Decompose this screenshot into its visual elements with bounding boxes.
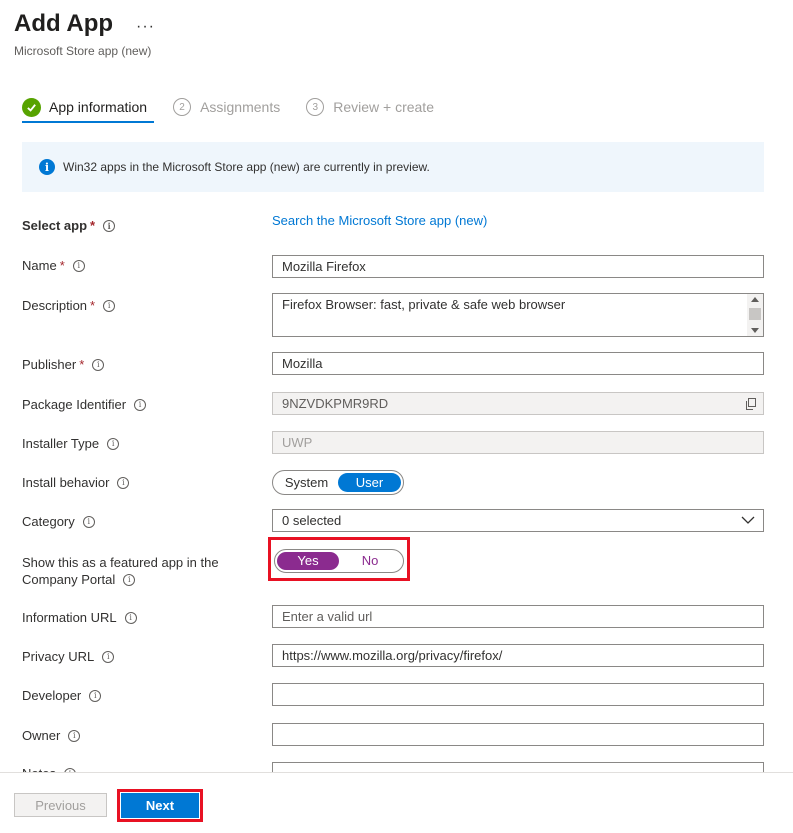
privacy-url-label: Privacy URL i: [22, 649, 115, 664]
step-app-information[interactable]: App information: [22, 95, 147, 119]
info-tooltip-icon[interactable]: i: [134, 398, 147, 411]
info-tooltip-icon[interactable]: i: [82, 515, 95, 528]
step-number: 3: [306, 98, 325, 116]
package-identifier-value: 9NZVDKPMR9RD: [282, 396, 389, 411]
info-tooltip-icon[interactable]: i: [102, 650, 115, 663]
step-assignments[interactable]: 2 Assignments: [173, 95, 280, 119]
wizard-footer: Previous Next: [0, 772, 793, 833]
description-text: Firefox Browser: fast, private & safe we…: [282, 297, 566, 312]
description-textarea[interactable]: Firefox Browser: fast, private & safe we…: [272, 293, 764, 337]
next-button[interactable]: Next: [121, 793, 199, 818]
info-tooltip-icon[interactable]: i: [92, 358, 105, 371]
page-subtitle: Microsoft Store app (new): [14, 44, 152, 58]
featured-no[interactable]: No: [339, 552, 401, 570]
select-app-label: Select app * i: [22, 218, 116, 233]
scroll-thumb[interactable]: [749, 308, 761, 320]
description-label: Description * i: [22, 298, 116, 313]
step-number: 2: [173, 98, 192, 116]
search-store-app-link[interactable]: Search the Microsoft Store app (new): [272, 213, 487, 228]
info-tooltip-icon[interactable]: i: [68, 729, 81, 742]
chevron-down-icon: [741, 516, 755, 524]
info-tooltip-icon[interactable]: i: [123, 573, 136, 586]
privacy-url-input[interactable]: https://www.mozilla.org/privacy/firefox/: [272, 644, 764, 667]
featured-yes[interactable]: Yes: [277, 552, 339, 570]
package-identifier-input: 9NZVDKPMR9RD: [272, 392, 764, 415]
step-label: App information: [49, 99, 148, 115]
owner-label: Owner i: [22, 728, 81, 743]
scroll-up-icon[interactable]: [751, 297, 759, 302]
owner-input[interactable]: [272, 723, 764, 746]
developer-label: Developer i: [22, 688, 102, 703]
step-label: Review + create: [333, 99, 434, 115]
scroll-down-icon[interactable]: [751, 328, 759, 333]
installer-type-input: UWP: [272, 431, 764, 454]
info-icon: i: [39, 159, 55, 175]
checkmark-icon: [22, 97, 41, 117]
information-url-input[interactable]: Enter a valid url: [272, 605, 764, 628]
copy-icon[interactable]: [745, 398, 757, 410]
required-mark: *: [90, 298, 96, 313]
step-review-create[interactable]: 3 Review + create: [306, 95, 434, 119]
required-mark: *: [79, 357, 85, 372]
developer-input[interactable]: [272, 683, 764, 706]
info-tooltip-icon[interactable]: i: [107, 437, 120, 450]
install-behavior-toggle[interactable]: System User: [272, 470, 404, 495]
info-tooltip-icon[interactable]: i: [103, 219, 116, 232]
information-url-label: Information URL i: [22, 610, 137, 625]
category-dropdown[interactable]: 0 selected: [272, 509, 764, 532]
step-label: Assignments: [200, 99, 281, 115]
more-options-icon[interactable]: ···: [136, 18, 155, 36]
required-mark: *: [59, 258, 65, 273]
installer-type-label: Installer Type i: [22, 436, 120, 451]
category-label: Category i: [22, 514, 95, 529]
info-tooltip-icon[interactable]: i: [103, 299, 116, 312]
page-title: Add App: [14, 10, 114, 37]
category-value: 0 selected: [282, 513, 342, 528]
install-behavior-user[interactable]: User: [338, 473, 401, 492]
wizard-steps: App information 2 Assignments 3 Review +…: [22, 95, 460, 123]
name-label: Name * i: [22, 258, 85, 273]
info-text: Win32 apps in the Microsoft Store app (n…: [63, 160, 430, 174]
install-behavior-label: Install behavior i: [22, 475, 130, 490]
package-identifier-label: Package Identifier i: [22, 397, 147, 412]
active-step-underline: [22, 121, 154, 123]
info-tooltip-icon[interactable]: i: [124, 611, 137, 624]
publisher-input[interactable]: Mozilla: [272, 352, 764, 375]
featured-app-toggle[interactable]: Yes No: [274, 549, 404, 573]
required-mark: *: [90, 218, 96, 233]
name-input[interactable]: Mozilla Firefox: [272, 255, 764, 278]
previous-button[interactable]: Previous: [14, 793, 107, 817]
info-tooltip-icon[interactable]: i: [72, 259, 85, 272]
preview-info-banner: i Win32 apps in the Microsoft Store app …: [22, 142, 764, 192]
description-scrollbar[interactable]: [747, 294, 763, 336]
install-behavior-system[interactable]: System: [275, 473, 338, 492]
page-header: Add App ··· Microsoft Store app (new): [14, 10, 154, 58]
info-tooltip-icon[interactable]: i: [89, 689, 102, 702]
info-tooltip-icon[interactable]: i: [117, 476, 130, 489]
featured-app-label: Show this as a featured app in the Compa…: [22, 555, 219, 587]
publisher-label: Publisher * i: [22, 357, 105, 372]
